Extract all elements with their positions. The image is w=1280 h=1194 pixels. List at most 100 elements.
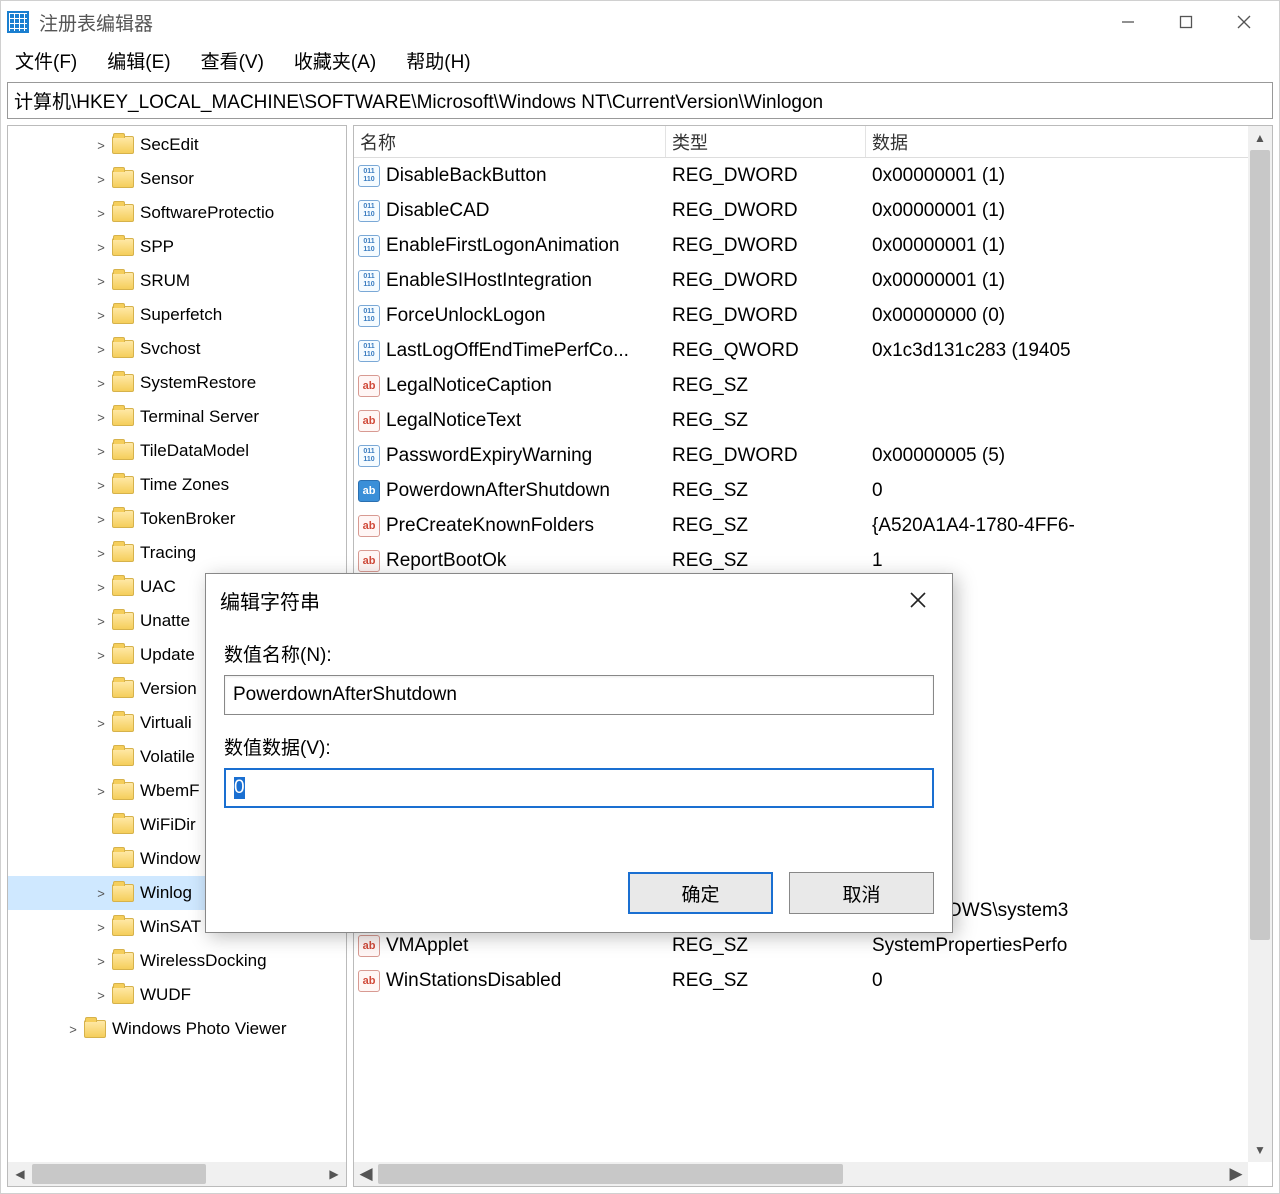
close-button[interactable]: [1215, 2, 1273, 42]
tree-item[interactable]: >Tracing: [8, 536, 346, 570]
tree-item-label: Superfetch: [140, 305, 222, 325]
tree-item[interactable]: >SystemRestore: [8, 366, 346, 400]
scroll-thumb[interactable]: [378, 1164, 843, 1184]
tree-scrollbar-h[interactable]: ◀ ▶: [8, 1162, 346, 1186]
list-row[interactable]: abLegalNoticeTextREG_SZ: [354, 403, 1272, 438]
column-type[interactable]: 类型: [666, 126, 866, 157]
expand-icon[interactable]: >: [64, 1022, 82, 1037]
menu-help[interactable]: 帮助(H): [406, 47, 470, 74]
folder-icon: [112, 578, 134, 596]
tree-item[interactable]: >Time Zones: [8, 468, 346, 502]
menu-favorites[interactable]: 收藏夹(A): [294, 47, 376, 74]
expand-icon[interactable]: >: [92, 920, 110, 935]
tree-item[interactable]: > SPP: [8, 230, 346, 264]
address-bar[interactable]: 计算机\HKEY_LOCAL_MACHINE\SOFTWARE\Microsof…: [7, 82, 1273, 119]
value-name: WinStationsDisabled: [386, 970, 561, 992]
expand-icon[interactable]: >: [92, 886, 110, 901]
maximize-button[interactable]: [1157, 2, 1215, 42]
tree-item[interactable]: >SRUM: [8, 264, 346, 298]
list-row[interactable]: abPowerdownAfterShutdownREG_SZ0: [354, 473, 1272, 508]
tree-item-label: WbemF: [140, 781, 200, 801]
expand-icon[interactable]: >: [92, 716, 110, 731]
menu-edit[interactable]: 编辑(E): [107, 47, 170, 74]
scroll-left-icon[interactable]: ◀: [8, 1162, 32, 1186]
list-row[interactable]: 011 110DisableCADREG_DWORD0x00000001 (1): [354, 193, 1272, 228]
value-name-label: 数值名称(N):: [224, 640, 934, 667]
expand-icon[interactable]: >: [92, 376, 110, 391]
expand-icon[interactable]: >: [92, 206, 110, 221]
tree-item[interactable]: >Terminal Server: [8, 400, 346, 434]
expand-icon[interactable]: >: [92, 410, 110, 425]
expand-icon[interactable]: >: [92, 648, 110, 663]
expand-icon[interactable]: >: [92, 580, 110, 595]
expand-icon[interactable]: >: [92, 784, 110, 799]
menu-view[interactable]: 查看(V): [201, 47, 264, 74]
list-row[interactable]: abLegalNoticeCaptionREG_SZ: [354, 368, 1272, 403]
tree-item[interactable]: >Svchost: [8, 332, 346, 366]
expand-icon[interactable]: >: [92, 240, 110, 255]
tree-item[interactable]: >WirelessDocking: [8, 944, 346, 978]
ok-button[interactable]: 确定: [628, 872, 773, 914]
folder-icon: [112, 884, 134, 902]
expand-icon[interactable]: >: [92, 512, 110, 527]
scroll-left-icon[interactable]: ◀: [354, 1162, 378, 1186]
folder-icon: [112, 748, 134, 766]
list-row[interactable]: 011 110LastLogOffEndTimePerfCo...REG_QWO…: [354, 333, 1272, 368]
expand-icon[interactable]: >: [92, 308, 110, 323]
scroll-thumb[interactable]: [32, 1164, 206, 1184]
expand-icon[interactable]: >: [92, 274, 110, 289]
value-type: REG_DWORD: [666, 270, 866, 292]
expand-icon[interactable]: >: [92, 342, 110, 357]
list-row[interactable]: abVMAppletREG_SZSystemPropertiesPerfo: [354, 928, 1272, 963]
list-row[interactable]: 011 110DisableBackButtonREG_DWORD0x00000…: [354, 158, 1272, 193]
list-scrollbar-h[interactable]: ◀ ▶: [354, 1162, 1248, 1186]
value-name-field[interactable]: [224, 675, 934, 715]
tree-item[interactable]: >SoftwareProtectio: [8, 196, 346, 230]
list-row[interactable]: 011 110EnableFirstLogonAnimationREG_DWOR…: [354, 228, 1272, 263]
tree-item[interactable]: > TileDataModel: [8, 434, 346, 468]
value-name: ReportBootOk: [386, 550, 506, 572]
expand-icon[interactable]: >: [92, 988, 110, 1003]
tree-item[interactable]: >TokenBroker: [8, 502, 346, 536]
scroll-thumb[interactable]: [1250, 150, 1270, 940]
list-row[interactable]: 011 110ForceUnlockLogonREG_DWORD0x000000…: [354, 298, 1272, 333]
list-row[interactable]: 011 110EnableSIHostIntegrationREG_DWORD0…: [354, 263, 1272, 298]
expand-icon[interactable]: >: [92, 172, 110, 187]
minimize-button[interactable]: [1099, 2, 1157, 42]
reg-sz-icon: ab: [358, 410, 380, 432]
scroll-right-icon[interactable]: ▶: [1224, 1162, 1248, 1186]
expand-icon[interactable]: >: [92, 478, 110, 493]
dialog-close-button[interactable]: [898, 580, 938, 620]
folder-icon: [112, 340, 134, 358]
value-data: 0x00000001 (1): [866, 165, 1272, 187]
value-type: REG_SZ: [666, 480, 866, 502]
list-scrollbar-v[interactable]: ▲ ▼: [1248, 126, 1272, 1162]
value-name: PowerdownAfterShutdown: [386, 480, 610, 502]
column-name[interactable]: 名称: [354, 126, 666, 157]
tree-item[interactable]: >WUDF: [8, 978, 346, 1012]
value-type: REG_SZ: [666, 550, 866, 572]
expand-icon[interactable]: >: [92, 138, 110, 153]
list-row[interactable]: abWinStationsDisabledREG_SZ0: [354, 963, 1272, 998]
list-row[interactable]: abPreCreateKnownFoldersREG_SZ{A520A1A4-1…: [354, 508, 1272, 543]
scroll-up-icon[interactable]: ▲: [1248, 126, 1272, 150]
tree-item[interactable]: >SecEdit: [8, 128, 346, 162]
scroll-down-icon[interactable]: ▼: [1248, 1138, 1272, 1162]
list-row[interactable]: 011 110PasswordExpiryWarningREG_DWORD0x0…: [354, 438, 1272, 473]
reg-sz-icon: ab: [358, 970, 380, 992]
expand-icon[interactable]: >: [92, 444, 110, 459]
tree-item[interactable]: >Sensor: [8, 162, 346, 196]
scroll-right-icon[interactable]: ▶: [322, 1162, 346, 1186]
expand-icon[interactable]: >: [92, 614, 110, 629]
list-header: 名称 类型 数据: [354, 126, 1272, 158]
tree-item-label: TileDataModel: [140, 441, 249, 461]
tree-item-label: SPP: [140, 237, 174, 257]
tree-item[interactable]: > Superfetch: [8, 298, 346, 332]
value-data-field[interactable]: [224, 768, 934, 808]
column-data[interactable]: 数据: [866, 126, 1272, 157]
expand-icon[interactable]: >: [92, 546, 110, 561]
cancel-button[interactable]: 取消: [789, 872, 934, 914]
expand-icon[interactable]: >: [92, 954, 110, 969]
tree-item[interactable]: >Windows Photo Viewer: [8, 1012, 346, 1046]
menu-file[interactable]: 文件(F): [15, 47, 77, 74]
